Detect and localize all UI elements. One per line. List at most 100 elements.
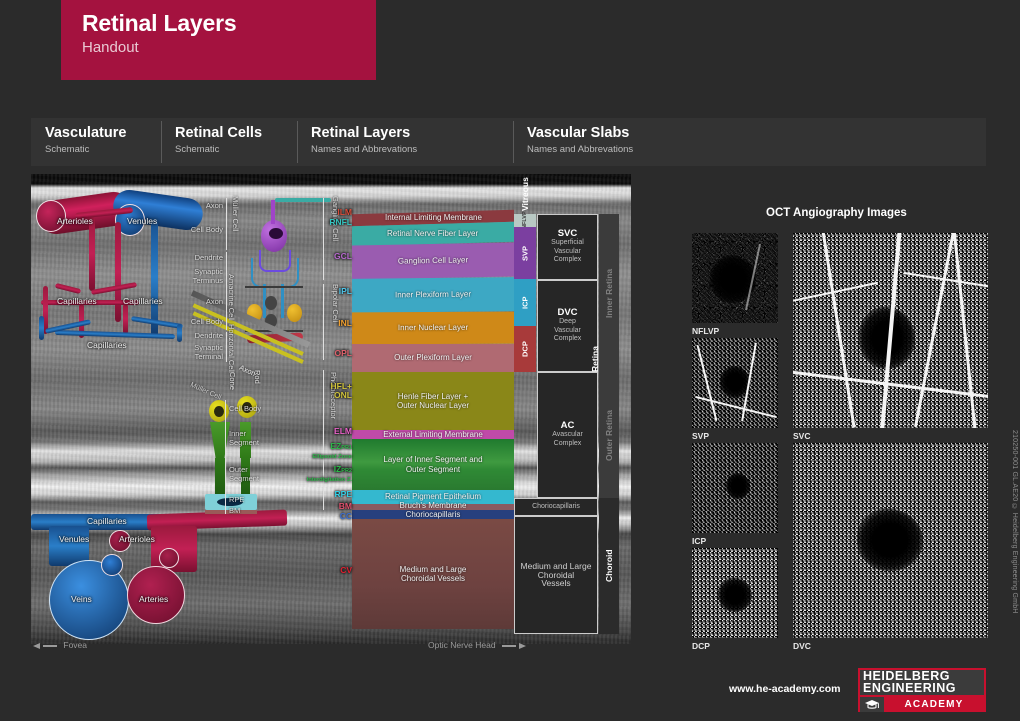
layer-gcl: Ganglion Cell Layer: [352, 242, 514, 280]
tab-subtitle: Schematic: [175, 144, 220, 155]
octa-caption-icp: ICP: [692, 536, 707, 546]
abbr-ez-text: EZ: [330, 441, 342, 451]
cell-layer-label: Outer Segment: [229, 465, 260, 483]
brace: [225, 462, 226, 494]
cell-type-label: Müller Cell: [231, 196, 240, 232]
abbr-rnfl: RNFL: [329, 217, 352, 227]
fovea-label: Fovea: [63, 640, 87, 650]
arrow-tail: [501, 645, 516, 647]
website-url[interactable]: www.he-academy.com: [729, 683, 840, 695]
tab-vascular-slabs[interactable]: Vascular Slabs Names and Abbrevations: [513, 118, 983, 166]
cell-layer-label: Cell Body: [190, 225, 223, 234]
brace: [225, 400, 226, 426]
region-outer-retina: Outer Retina: [599, 372, 619, 498]
octa-image-icp[interactable]: [692, 443, 778, 533]
ganglion-cell-nucleus: [269, 228, 283, 239]
bipolar-dendrites: [251, 258, 299, 288]
abbr-ez-sub: Ellipsoid Zone: [312, 454, 352, 460]
capillary-branch: [89, 216, 95, 291]
page-title: Retinal Layers: [82, 10, 237, 36]
arrow-tail: [43, 645, 57, 647]
slab-box-name: Superficial Vascular Complex: [551, 239, 584, 263]
arrow-left-icon: [33, 642, 40, 649]
region-choroid: Choroid: [599, 498, 619, 634]
abbr-ez-pr1: PR1: [341, 445, 352, 451]
cell-layer-label: Cell Body: [190, 317, 223, 326]
cell-layer-label: Synaptic Terminal: [194, 343, 223, 361]
vasculature-label: Capillaries: [87, 340, 127, 350]
layer-name: Layer of Inner Segment and Outer Segment: [383, 455, 483, 474]
abbr-hfl-onl: HFL+ ONL: [330, 381, 353, 400]
abbr-ipl: IPL: [338, 286, 352, 296]
cell-layer-label: Axon: [205, 201, 223, 210]
layer-elm: External Limiting Membrane: [352, 430, 514, 439]
cell-type-label: Horizontal Cell: [227, 324, 236, 373]
title-banner: Retinal Layers Handout: [61, 0, 376, 80]
fovea-marker: Fovea: [33, 640, 87, 650]
vasculature-label: Veins: [71, 594, 92, 604]
tab-title: Vascular Slabs: [527, 125, 630, 141]
layer-name: Outer Plexiform Layer: [394, 353, 472, 363]
abbr-ilm: ILM: [337, 207, 352, 217]
cell-layer-label: Dendrite: [194, 331, 223, 340]
abbr-ez: EZPR1 Ellipsoid Zone: [304, 442, 352, 462]
layer-is-os: Layer of Inner Segment and Outer Segment: [352, 439, 514, 490]
tab-title: Vasculature: [45, 125, 127, 141]
tab-retinal-layers[interactable]: Retinal Layers Names and Abbrevations: [297, 118, 513, 166]
octa-image-nflvp[interactable]: [692, 233, 778, 323]
abbr-cv: CV: [340, 565, 352, 575]
abbr-bm: BM: [338, 501, 352, 511]
section-tab-bar: Vasculature Schematic Retinal Cells Sche…: [31, 118, 986, 166]
slab-box-abbr: SVC: [557, 227, 578, 239]
vasculature-label: Arterioles: [57, 216, 93, 226]
octa-image-svc[interactable]: [793, 233, 988, 428]
copyright-text: 210250-001 GL.AE20 © Heidelberg Engineer…: [1011, 430, 1018, 614]
slab-box-svc: SVC Superficial Vascular Complex: [537, 214, 598, 280]
layer-name: Medium and Large Choroidal Vessels: [399, 564, 467, 584]
arrow-right-icon: [518, 642, 526, 649]
vitreous-label: Vitreous: [520, 177, 530, 211]
cell-layer-label: RPE: [229, 495, 245, 504]
abbr-iz-sub: Interdigitation Z.: [306, 477, 352, 483]
slab-box-name: Avascular Complex: [552, 431, 583, 447]
tab-retinal-cells[interactable]: Retinal Cells Schematic: [161, 118, 297, 166]
octa-image-dvc[interactable]: [793, 443, 988, 638]
slab-box-abbr: AC: [560, 419, 575, 431]
graduation-cap-icon: [860, 697, 884, 712]
slab-box-abbr: DVC: [557, 306, 578, 318]
vasculature-label: Capillaries: [87, 516, 127, 526]
layer-name: Choriocapillaris: [405, 509, 461, 519]
layer-cc: Choriocapillaris: [352, 510, 514, 519]
vascular-slabs-panel: Vitreous NFLVP SVP ICP DCP SVC Superfici…: [514, 174, 619, 644]
region-retina: Retina: [590, 346, 600, 372]
brace: [225, 426, 226, 462]
slab-box-choroidal-vessels: Medium and Large Choroidal Vessels: [514, 516, 598, 634]
cell-layer-label: Axon: [205, 297, 223, 306]
logo-line-3: ACADEMY: [904, 699, 964, 710]
octa-image-dcp[interactable]: [692, 548, 778, 638]
slab-chip-nflvp: NFLVP: [514, 212, 536, 229]
layer-name: Inner Nuclear Layer: [397, 323, 469, 333]
slab-chip-icp: ICP: [514, 279, 536, 326]
tab-vasculature[interactable]: Vasculature Schematic: [31, 118, 161, 166]
octa-image-svp[interactable]: [692, 338, 778, 428]
layer-inl: Inner Nuclear Layer: [352, 311, 514, 345]
abbr-opl: OPL: [334, 348, 352, 358]
layer-name: Ganglion Cell Layer: [397, 255, 469, 266]
region-inner-retina: Inner Retina: [599, 214, 619, 372]
bipolar-axon: [281, 284, 284, 318]
capillary-branch: [39, 316, 44, 340]
photoreceptor-nucleus: [214, 406, 224, 417]
retinal-layer-strip: Internal Limiting Membrane Retinal Nerve…: [352, 174, 514, 644]
brace: [226, 198, 227, 250]
page-subtitle: Handout: [82, 39, 139, 56]
octa-caption-svp: SVP: [692, 431, 710, 441]
slab-chip-svp: SVP: [514, 227, 536, 279]
tab-subtitle: Names and Abbrevations: [311, 144, 418, 155]
capillary-branch: [123, 304, 128, 334]
abbr-iz: IZPR2 Interdigitation Z.: [304, 465, 352, 485]
layer-hfl-onl: Henle Fiber Layer + Outer Nuclear Layer: [352, 372, 514, 430]
layer-name: Retinal Nerve Fiber Layer: [387, 229, 479, 239]
logo-line-2: ENGINEERING: [863, 680, 957, 695]
cell-layer-label: Synaptic Terminus: [192, 267, 223, 285]
